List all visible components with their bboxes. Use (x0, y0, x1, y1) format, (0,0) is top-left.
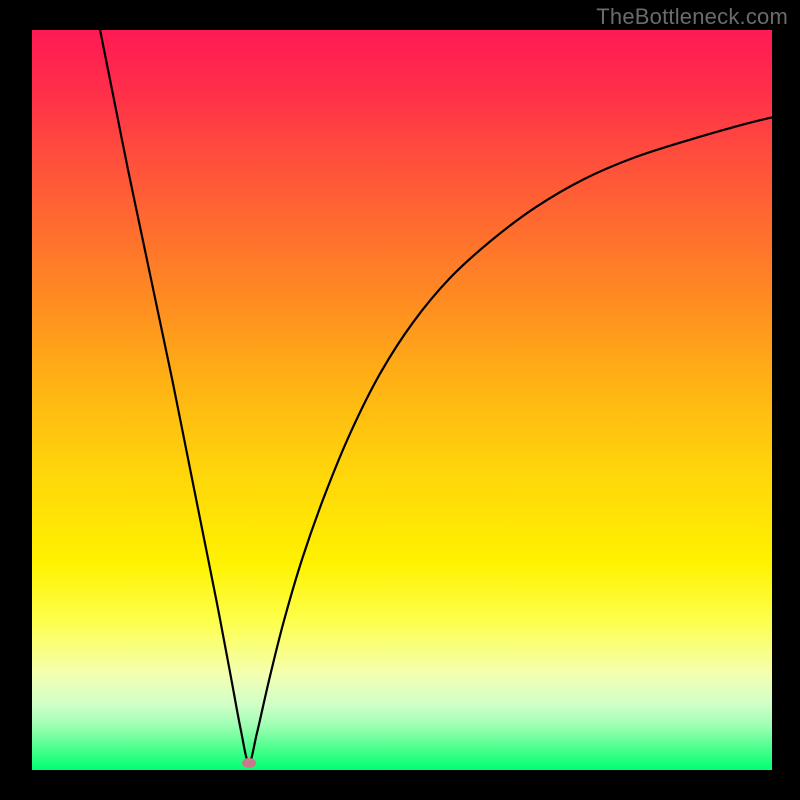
curve-svg (32, 30, 772, 770)
minimum-marker (242, 758, 256, 768)
plot-area (32, 30, 772, 770)
watermark-text: TheBottleneck.com (596, 4, 788, 30)
curve-path (100, 30, 772, 763)
chart-frame: TheBottleneck.com (0, 0, 800, 800)
